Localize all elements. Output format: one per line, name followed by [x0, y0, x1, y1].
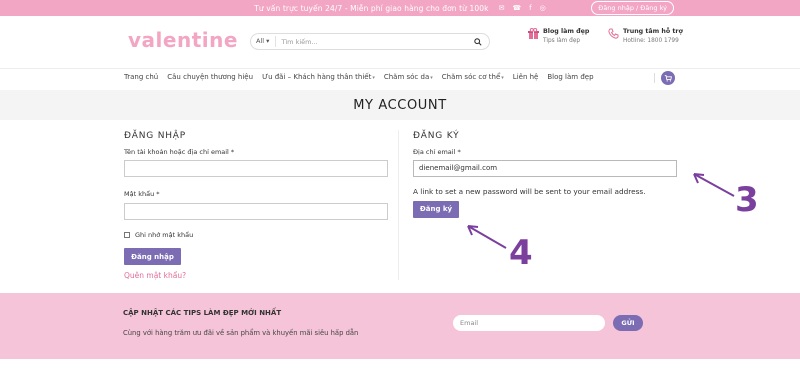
search-input[interactable]: Tìm kiếm... [276, 38, 471, 46]
logo[interactable]: valentine [128, 28, 238, 52]
lost-password-link[interactable]: Quên mật khẩu? [124, 271, 394, 280]
search-bar[interactable]: All ▾ Tìm kiếm... [250, 33, 490, 50]
instagram-icon[interactable]: ◎ [540, 4, 546, 12]
login-register-link[interactable]: Đăng nhập / Đăng ký [591, 1, 674, 15]
nav-item-label: Câu chuyện thương hiệu [167, 73, 254, 81]
phone-icon[interactable]: ☎ [512, 4, 521, 12]
nav-item[interactable]: Câu chuyện thương hiệu [167, 73, 253, 81]
nav-item[interactable]: Liên hệ [513, 73, 539, 81]
nav-item-label: Blog làm đẹp [547, 73, 594, 81]
nav-item-label: Chăm sóc da [383, 73, 430, 81]
remember-me[interactable]: Ghi nhớ mật khẩu [124, 231, 394, 239]
login-form: ĐĂNG NHẬP Tên tài khoản hoặc địa chỉ ema… [124, 128, 394, 280]
nav-item-label: Trang chủ [124, 73, 159, 81]
search-icon[interactable] [471, 35, 485, 49]
login-button[interactable]: Đăng nhập [124, 248, 181, 265]
username-input[interactable] [124, 160, 388, 177]
search-category-select[interactable]: All ▾ [251, 36, 277, 47]
chevron-down-icon: ▾ [372, 75, 375, 81]
cart-icon[interactable] [661, 71, 675, 85]
username-label: Tên tài khoản hoặc địa chỉ email * [124, 148, 235, 156]
password-label: Mật khẩu * [124, 190, 160, 198]
step-4-label: 4 [509, 233, 533, 273]
register-heading: ĐĂNG KÝ [413, 131, 460, 141]
support-title: Trung tâm hỗ trợ [623, 28, 683, 35]
nav-item[interactable]: Blog làm đẹp [547, 73, 593, 81]
register-button[interactable]: Đăng ký [413, 200, 459, 218]
support-hotline: Hotline: 1800 1799 [623, 38, 679, 44]
step-3-label: 3 [735, 180, 759, 220]
arrow-4-icon [467, 225, 507, 249]
gift-icon [528, 27, 539, 40]
nav-item-label: Chăm sóc cơ thể [441, 73, 501, 81]
remember-checkbox[interactable] [124, 232, 130, 238]
nav-item[interactable]: Trang chủ [124, 73, 158, 81]
top-bar: Tư vấn trực tuyến 24/7 - Miễn phí giao h… [0, 0, 800, 16]
login-heading: ĐĂNG NHẬP [124, 131, 186, 141]
password-input[interactable] [124, 203, 388, 220]
remember-label: Ghi nhớ mật khẩu [135, 231, 194, 239]
register-email-input[interactable]: dienemail@gmail.com [413, 160, 677, 177]
phone-support-icon [608, 27, 619, 40]
blog-subtitle: Tips làm đẹp [543, 38, 581, 44]
nav-divider [654, 73, 655, 83]
newsletter-email-input[interactable]: Email [453, 315, 605, 331]
mail-icon[interactable]: ✉ [499, 4, 505, 12]
nav-item[interactable]: Chăm sóc da▾ [384, 73, 433, 81]
nav-item[interactable]: Ưu đãi – Khách hàng thân thiết▾ [262, 73, 375, 81]
social-icons: ✉ ☎ f ◎ [499, 4, 546, 12]
nav-item[interactable]: Chăm sóc cơ thể▾ [442, 73, 504, 81]
register-form: ĐĂNG KÝ Địa chỉ email * dienemail@gmail.… [413, 128, 683, 218]
column-divider [398, 130, 399, 280]
arrow-3-icon [693, 173, 735, 197]
newsletter-footer: CẬP NHẬT CÁC TIPS LÀM ĐẸP MỚI NHẤT Cùng … [0, 293, 800, 359]
blog-link[interactable]: Blog làm đẹp Tips làm đẹp [528, 27, 589, 46]
nav-item-label: Liên hệ [512, 73, 539, 81]
page-title-bar: MY ACCOUNT [0, 90, 800, 120]
register-note: A link to set a new password will be sen… [413, 187, 646, 196]
promo-text: Tư vấn trực tuyến 24/7 - Miễn phí giao h… [254, 3, 489, 13]
blog-title: Blog làm đẹp [543, 28, 590, 35]
newsletter-desc: Cùng với hàng trăm ưu đãi về sản phẩm và… [123, 329, 359, 337]
newsletter-send-button[interactable]: GỬI [613, 315, 643, 331]
email-label: Địa chỉ email * [413, 148, 461, 156]
support-link[interactable]: Trung tâm hỗ trợ Hotline: 1800 1799 [608, 27, 683, 46]
facebook-icon[interactable]: f [529, 4, 531, 12]
chevron-down-icon: ▾ [501, 75, 504, 81]
nav-items: Trang chủ Câu chuyện thương hiệu Ưu đãi – … [124, 73, 594, 81]
chevron-down-icon: ▾ [430, 75, 433, 81]
main-nav: Trang chủ Câu chuyện thương hiệu Ưu đãi – … [0, 68, 800, 90]
page-title: MY ACCOUNT [353, 97, 447, 113]
nav-item-label: Ưu đãi – Khách hàng thân thiết [262, 73, 372, 81]
newsletter-title: CẬP NHẬT CÁC TIPS LÀM ĐẸP MỚI NHẤT [123, 309, 282, 317]
